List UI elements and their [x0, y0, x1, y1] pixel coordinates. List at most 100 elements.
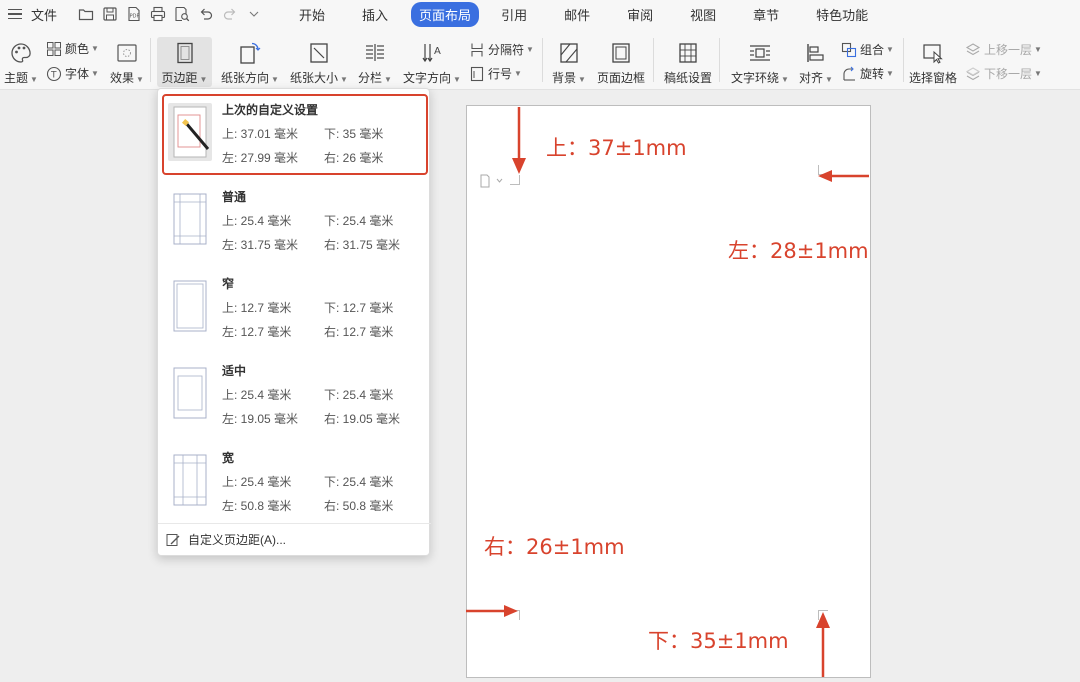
- document-page[interactable]: [466, 105, 871, 678]
- text-wrap-button[interactable]: 文字环绕 ▼: [731, 40, 789, 86]
- menu-bar: 文件 PDF 开始 插入 页面布局 引用 邮件 审阅 视图 章节 特色功能: [0, 0, 1080, 28]
- selection-pane-button[interactable]: 选择窗格: [909, 40, 957, 86]
- align-button[interactable]: 对齐 ▼: [799, 40, 833, 86]
- export-pdf-icon[interactable]: PDF: [125, 5, 143, 23]
- tab-view[interactable]: 视图: [682, 2, 724, 27]
- ribbon-separator: [542, 38, 543, 82]
- text-wrap-icon: [747, 40, 773, 66]
- tab-mailings[interactable]: 邮件: [556, 2, 598, 27]
- columns-button[interactable]: 分栏 ▼: [358, 40, 392, 86]
- send-backward-label: 下移一层: [984, 67, 1033, 81]
- top-right-crop-mark: [818, 165, 828, 175]
- group-button[interactable]: 组合 ▼: [841, 41, 894, 58]
- preset-top-value: 上: 25.4 毫米: [222, 388, 292, 402]
- color-grid-icon: [47, 41, 61, 56]
- text-direction-icon: A: [419, 40, 445, 66]
- text-wrap-label: 文字环绕: [731, 71, 780, 85]
- undo-icon[interactable]: [197, 5, 215, 23]
- preset-title: 普通: [222, 190, 247, 204]
- line-numbers-label: 行号: [488, 67, 513, 81]
- preset-left-value: 左: 12.7 毫米: [222, 325, 292, 339]
- normal-margins-thumbnail-icon: [168, 190, 212, 248]
- font-button[interactable]: T 字体 ▼: [46, 65, 99, 82]
- breaks-label: 分隔符: [488, 43, 525, 57]
- ribbon-separator: [903, 38, 904, 82]
- preset-bottom-value: 下: 25.4 毫米: [324, 475, 394, 489]
- hamburger-menu-icon[interactable]: [8, 8, 22, 20]
- quick-access-toolbar: PDF: [77, 5, 263, 23]
- tab-insert[interactable]: 插入: [354, 2, 396, 27]
- preset-left-value: 左: 31.75 毫米: [222, 238, 299, 252]
- rotate-label: 旋转: [860, 67, 885, 81]
- svg-text:T: T: [50, 70, 57, 80]
- manuscript-settings-button[interactable]: 稿纸设置: [664, 40, 712, 86]
- theme-label: 主题: [4, 71, 29, 85]
- dropdown-divider: [158, 523, 431, 524]
- moderate-margins-thumbnail-icon: [168, 364, 212, 422]
- print-icon[interactable]: [149, 5, 167, 23]
- selection-pane-label: 选择窗格: [909, 71, 958, 85]
- preset-title: 窄: [222, 277, 235, 291]
- margin-preset-normal[interactable]: 普通 上: 25.4 毫米 下: 25.4 毫米 左: 31.75 毫米 右: …: [158, 176, 431, 262]
- page-orientation-icon: [237, 40, 263, 66]
- group-objects-icon: [841, 42, 857, 57]
- manuscript-label: 稿纸设置: [664, 71, 713, 85]
- orientation-label: 纸张方向: [221, 71, 270, 85]
- custom-margins-edit-icon: [166, 533, 180, 546]
- ribbon-separator: [719, 38, 720, 82]
- tab-review[interactable]: 审阅: [619, 2, 661, 27]
- custom-margins-item[interactable]: 自定义页边距(A)...: [166, 531, 286, 548]
- color-button[interactable]: 颜色 ▼: [46, 40, 99, 57]
- send-backward-icon: [965, 66, 981, 80]
- bring-forward-button[interactable]: 上移一层 ▼: [965, 41, 1042, 58]
- tab-sections[interactable]: 章节: [745, 2, 787, 27]
- tab-page-layout[interactable]: 页面布局: [411, 1, 480, 27]
- preset-right-value: 右: 12.7 毫米: [324, 325, 394, 339]
- open-folder-icon[interactable]: [77, 5, 95, 23]
- margin-preset-moderate[interactable]: 适中 上: 25.4 毫米 下: 25.4 毫米 左: 19.05 毫米 右: …: [158, 350, 431, 436]
- effects-button[interactable]: 效果 ▼: [110, 40, 144, 86]
- paper-size-button[interactable]: 纸张大小 ▼: [290, 40, 348, 86]
- margin-preset-wide[interactable]: 宽 上: 25.4 毫米 下: 25.4 毫米 左: 50.8 毫米 右: 50…: [158, 437, 431, 523]
- top-left-crop-mark: [510, 175, 520, 185]
- font-circle-icon: T: [46, 66, 62, 81]
- send-backward-button[interactable]: 下移一层 ▼: [965, 65, 1042, 82]
- align-label: 对齐: [799, 71, 824, 85]
- preset-bottom-value: 下: 25.4 毫米: [324, 388, 394, 402]
- customize-toolbar-icon[interactable]: [245, 5, 263, 23]
- margins-button[interactable]: 页边距 ▼: [157, 37, 212, 87]
- preset-bottom-value: 下: 12.7 毫米: [324, 301, 394, 315]
- tab-special-features[interactable]: 特色功能: [808, 2, 876, 27]
- ribbon-toolbar: 主题 ▼ 颜色 ▼ T 字体 ▼ 效果 ▼ 页边距 ▼ 纸张方向 ▼ 纸张大小 ▼: [0, 28, 1080, 90]
- tab-references[interactable]: 引用: [493, 2, 535, 27]
- rotate-button[interactable]: 旋转 ▼: [841, 65, 894, 82]
- narrow-margins-thumbnail-icon: [168, 277, 212, 335]
- text-direction-button[interactable]: A 文字方向 ▼: [403, 40, 461, 86]
- paragraph-options-icon[interactable]: [479, 174, 503, 188]
- tab-home[interactable]: 开始: [291, 2, 333, 27]
- paper-size-label: 纸张大小: [290, 71, 339, 85]
- preset-top-value: 上: 25.4 毫米: [222, 475, 292, 489]
- svg-text:A: A: [434, 46, 441, 57]
- file-menu[interactable]: 文件: [31, 5, 57, 24]
- breaks-button[interactable]: 分隔符 ▼: [469, 41, 534, 58]
- selection-pane-icon: [920, 40, 946, 66]
- redo-icon[interactable]: [221, 5, 239, 23]
- custom-margins-label: 自定义页边距(A)...: [188, 533, 286, 547]
- page-border-button[interactable]: 页面边框: [597, 40, 645, 86]
- orientation-button[interactable]: 纸张方向 ▼: [221, 40, 279, 86]
- page-margins-icon: [172, 40, 198, 66]
- preset-right-value: 右: 19.05 毫米: [324, 412, 401, 426]
- line-numbers-button[interactable]: 行号 ▼: [469, 65, 522, 82]
- margin-preset-narrow[interactable]: 窄 上: 12.7 毫米 下: 12.7 毫米 左: 12.7 毫米 右: 12…: [158, 263, 431, 349]
- group-label: 组合: [860, 43, 885, 57]
- theme-button[interactable]: 主题 ▼: [4, 40, 38, 86]
- background-label: 背景: [552, 71, 577, 85]
- print-preview-icon[interactable]: [173, 5, 191, 23]
- background-button[interactable]: 背景 ▼: [552, 40, 586, 86]
- page-border-icon: [608, 40, 634, 66]
- ribbon-separator: [653, 38, 654, 82]
- save-icon[interactable]: [101, 5, 119, 23]
- preset-left-value: 左: 50.8 毫米: [222, 499, 292, 513]
- page-background-icon: [556, 40, 582, 66]
